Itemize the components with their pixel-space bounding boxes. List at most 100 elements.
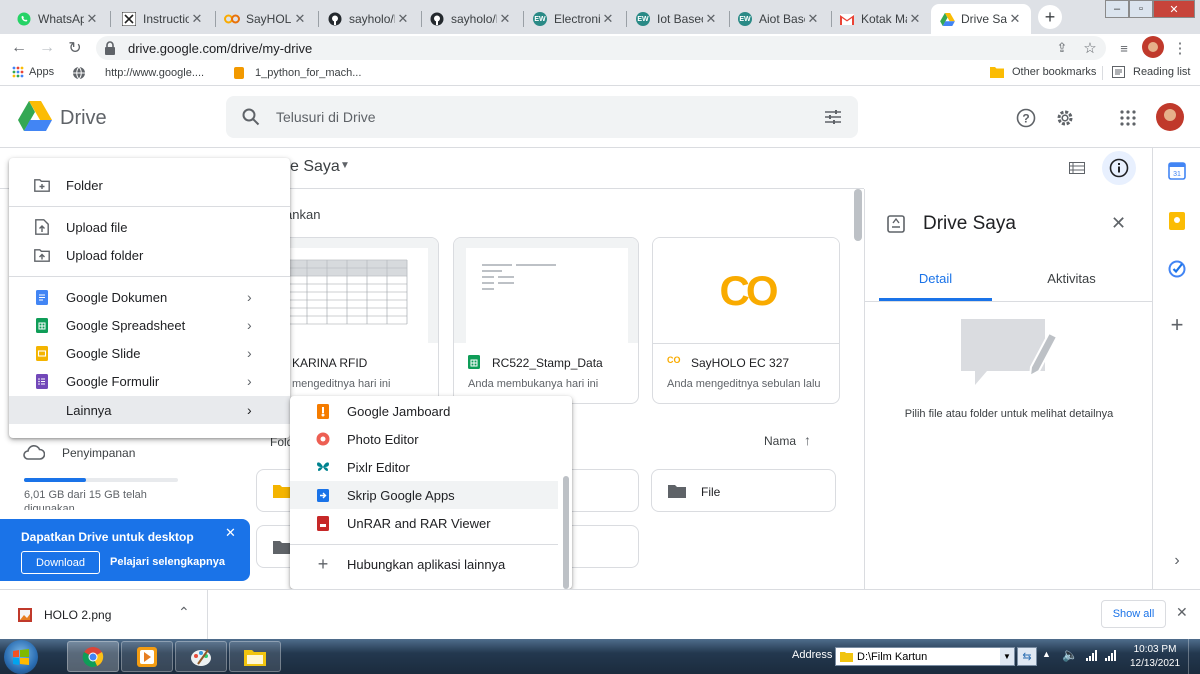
- menu-item-apps-script[interactable]: Skrip Google Apps: [290, 481, 558, 509]
- bookmark-python[interactable]: 1_python_for_mach...: [232, 66, 361, 80]
- new-tab-button[interactable]: +: [1038, 5, 1062, 29]
- maximize-button[interactable]: ▫: [1129, 0, 1153, 18]
- dropdown-arrow-icon[interactable]: ▼: [1000, 648, 1014, 665]
- browser-tab[interactable]: EW Aiot Base✕: [729, 4, 829, 34]
- content-scrollbar[interactable]: [854, 189, 862, 241]
- browser-tab[interactable]: SayHOLO✕: [216, 4, 316, 34]
- browser-tab[interactable]: EW Electronic✕: [524, 4, 624, 34]
- search-options-icon[interactable]: [824, 108, 842, 126]
- drive-logo-icon[interactable]: [18, 101, 52, 133]
- tab-close-icon[interactable]: ✕: [703, 11, 719, 27]
- list-view-icon[interactable]: [1066, 158, 1088, 178]
- tray-expand-icon[interactable]: ▲: [1042, 649, 1051, 659]
- calendar-icon[interactable]: 31: [1168, 162, 1186, 180]
- taskbar-media-player[interactable]: [121, 641, 173, 672]
- close-icon[interactable]: ✕: [225, 525, 236, 541]
- taskbar-address-field[interactable]: D:\Film Kartun ▼: [835, 647, 1015, 666]
- go-arrow-icon[interactable]: ⇆: [1017, 647, 1037, 666]
- tab-close-icon[interactable]: ✕: [395, 11, 411, 27]
- menu-item-upload-file[interactable]: Upload file: [9, 216, 290, 238]
- tab-activity[interactable]: Aktivitas: [1015, 271, 1128, 301]
- share-icon[interactable]: ⇪: [1052, 38, 1072, 58]
- settings-gear-icon[interactable]: [1054, 107, 1076, 129]
- caret-down-icon[interactable]: ▼: [340, 160, 350, 171]
- tab-close-icon[interactable]: ✕: [84, 11, 100, 27]
- address-bar[interactable]: drive.google.com/drive/my-drive: [96, 36, 1106, 60]
- search-icon[interactable]: [242, 108, 260, 126]
- tasks-icon[interactable]: [1168, 260, 1186, 278]
- menu-scrollbar[interactable]: [563, 476, 569, 589]
- tab-title: Drive Saya: [961, 12, 1007, 26]
- chevron-right-icon[interactable]: ›: [1153, 552, 1200, 570]
- browser-tab[interactable]: WhatsApp✕: [8, 4, 108, 34]
- browser-tab[interactable]: Drive Saya✕: [931, 4, 1031, 34]
- file-card[interactable]: CO CO SayHOLO EC 327 Anda mengeditnya se…: [652, 237, 840, 404]
- volume-icon[interactable]: 🔈: [1062, 647, 1078, 663]
- bookmark-other[interactable]: Other bookmarks: [990, 66, 1096, 78]
- browser-tab[interactable]: sayholo/E✕: [319, 4, 419, 34]
- clock-time: 10:03 PM: [1133, 644, 1177, 655]
- taskbar-explorer[interactable]: [229, 641, 281, 672]
- tab-close-icon[interactable]: ✕: [600, 11, 616, 27]
- show-all-button[interactable]: Show all: [1101, 600, 1166, 628]
- tab-detail[interactable]: Detail: [879, 271, 992, 301]
- bookmark-apps[interactable]: Apps: [12, 66, 54, 78]
- taskbar-paint[interactable]: [175, 641, 227, 672]
- tab-close-icon[interactable]: ✕: [907, 11, 923, 27]
- profile-avatar[interactable]: [1142, 36, 1164, 58]
- taskbar-chrome[interactable]: [67, 641, 119, 672]
- menu-icon[interactable]: ⋮: [1172, 38, 1188, 58]
- drive-search-bar[interactable]: Telusuri di Drive: [226, 96, 858, 138]
- drive-icon: [939, 11, 955, 27]
- browser-tab[interactable]: EW Iot Basec ✕: [627, 4, 727, 34]
- menu-item-pixlr-editor[interactable]: Pixlr Editor: [290, 456, 560, 478]
- help-icon[interactable]: ?: [1015, 107, 1037, 129]
- add-addon-icon[interactable]: +: [1153, 312, 1200, 338]
- reading-list-icon[interactable]: ≡: [1114, 38, 1134, 58]
- bookmark-google[interactable]: http://www.google....: [72, 66, 204, 80]
- download-button[interactable]: Download: [21, 551, 100, 574]
- learn-more-link[interactable]: Pelajari selengkapnya: [110, 556, 225, 568]
- sort-name[interactable]: Nama: [764, 434, 796, 448]
- browser-tab[interactable]: sayholo/E✕: [421, 4, 521, 34]
- menu-item-photo-editor[interactable]: Photo Editor: [290, 428, 560, 450]
- keep-icon[interactable]: [1169, 212, 1185, 230]
- reload-icon[interactable]: ↻: [64, 37, 86, 59]
- sort-arrow-icon[interactable]: ↑: [804, 432, 811, 448]
- close-window-button[interactable]: ✕: [1153, 0, 1195, 18]
- tab-close-icon[interactable]: ✕: [497, 11, 513, 27]
- forward-icon[interactable]: →: [36, 37, 58, 59]
- info-icon[interactable]: [1102, 151, 1136, 185]
- google-apps-icon[interactable]: [1117, 107, 1139, 129]
- close-icon[interactable]: ✕: [1176, 604, 1188, 621]
- bookmark-reading-list[interactable]: Reading list: [1112, 66, 1190, 78]
- menu-item-folder[interactable]: Folder: [9, 174, 290, 196]
- close-icon[interactable]: ✕: [1111, 213, 1126, 234]
- download-filename[interactable]: HOLO 2.png: [44, 608, 111, 622]
- browser-tab[interactable]: Instructio ✕: [113, 4, 213, 34]
- tab-close-icon[interactable]: ✕: [292, 11, 308, 27]
- signal-icon[interactable]: [1104, 648, 1118, 662]
- start-button[interactable]: [4, 640, 38, 674]
- star-icon[interactable]: ☆: [1080, 38, 1100, 58]
- menu-item-label: Folder: [66, 177, 103, 193]
- back-icon[interactable]: ←: [8, 37, 30, 59]
- menu-item-upload-folder[interactable]: Upload folder: [9, 244, 290, 266]
- menu-item-jamboard[interactable]: Google Jamboard: [290, 400, 560, 422]
- account-avatar[interactable]: [1156, 103, 1184, 131]
- tab-close-icon[interactable]: ✕: [805, 11, 821, 27]
- minimize-button[interactable]: –: [1105, 0, 1129, 18]
- tab-close-icon[interactable]: ✕: [1007, 11, 1023, 27]
- menu-item-unrar[interactable]: UnRAR and RAR Viewer: [290, 512, 560, 534]
- menu-item-connect-apps[interactable]: + Hubungkan aplikasi lainnya: [290, 553, 560, 575]
- tab-close-icon[interactable]: ✕: [189, 11, 205, 27]
- network-icon[interactable]: [1085, 648, 1099, 662]
- file-card[interactable]: RC522_Stamp_Data Anda membukanya hari in…: [453, 237, 639, 404]
- taskbar-clock[interactable]: 10:03 PM 12/13/2021: [1126, 643, 1184, 671]
- storage-label[interactable]: Penyimpanan: [62, 446, 135, 460]
- browser-tab[interactable]: Kotak Ma ✕: [831, 4, 931, 34]
- chevron-up-icon[interactable]: ⌃: [178, 604, 190, 621]
- breadcrumb-title[interactable]: e Saya: [290, 158, 340, 176]
- folder-tile[interactable]: File: [651, 469, 836, 512]
- show-desktop-button[interactable]: [1188, 639, 1200, 674]
